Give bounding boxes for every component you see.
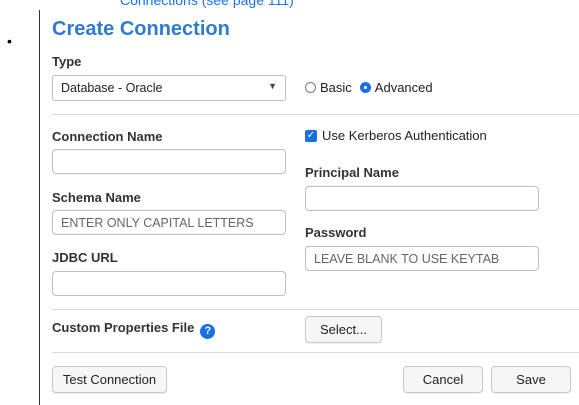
connection-name-input[interactable] xyxy=(52,149,286,174)
password-label: Password xyxy=(305,225,367,240)
basic-radio-label: Basic xyxy=(320,80,352,95)
type-label: Type xyxy=(52,54,82,69)
mode-radio-group: Basic Advanced xyxy=(305,80,441,95)
kerberos-checkbox-row: ✓ Use Kerberos Authentication xyxy=(305,128,487,143)
divider xyxy=(52,309,579,310)
see-page-link[interactable]: Connections (see page 111) xyxy=(120,0,294,8)
create-connection-dialog: Create Connection Type Database - Oracle… xyxy=(39,10,579,405)
schema-name-input[interactable] xyxy=(52,210,286,235)
dropdown-arrow-icon: ▼ xyxy=(268,81,277,91)
principal-name-input[interactable] xyxy=(305,186,539,211)
divider xyxy=(52,114,579,115)
divider xyxy=(52,352,579,353)
jdbc-url-label: JDBC URL xyxy=(52,250,118,265)
kerberos-checkbox[interactable]: ✓ xyxy=(305,129,317,142)
principal-name-label: Principal Name xyxy=(305,165,399,180)
test-connection-button[interactable]: Test Connection xyxy=(52,366,167,393)
custom-properties-label: Custom Properties File? xyxy=(52,320,216,339)
jdbc-url-input[interactable] xyxy=(52,271,286,296)
select-file-button[interactable]: Select... xyxy=(305,316,382,343)
help-icon[interactable]: ? xyxy=(200,324,216,339)
type-select[interactable]: Database - Oracle ▼ xyxy=(52,75,286,101)
cancel-button[interactable]: Cancel xyxy=(403,366,483,393)
advanced-radio-label: Advanced xyxy=(374,80,433,95)
custom-properties-label-text: Custom Properties File xyxy=(52,320,195,335)
kerberos-checkbox-label: Use Kerberos Authentication xyxy=(322,128,487,143)
dialog-title: Create Connection xyxy=(52,18,230,40)
type-select-value: Database - Oracle xyxy=(61,81,163,95)
connection-name-label: Connection Name xyxy=(52,129,163,144)
advanced-radio[interactable] xyxy=(359,82,371,93)
list-bullet: • xyxy=(7,33,12,49)
save-button[interactable]: Save xyxy=(491,366,571,393)
basic-radio[interactable] xyxy=(305,82,316,93)
password-input[interactable] xyxy=(305,246,539,271)
schema-name-label: Schema Name xyxy=(52,190,141,205)
